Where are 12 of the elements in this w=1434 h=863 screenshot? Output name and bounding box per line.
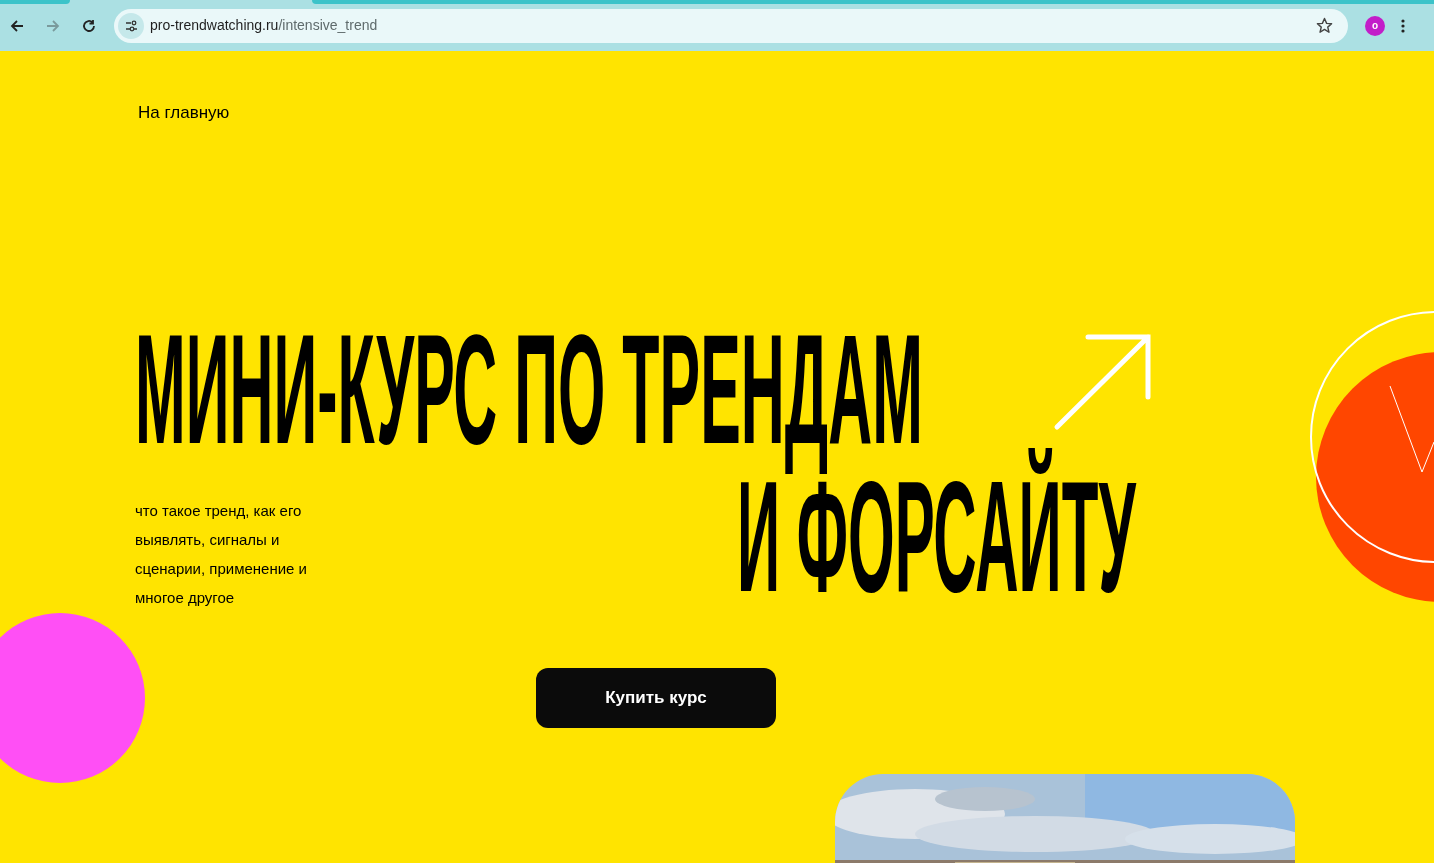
url-text: pro-trendwatching.ru/intensive_trend: [150, 16, 378, 35]
arrow-icon: [1052, 333, 1153, 431]
bookmark-star-icon[interactable]: [1316, 17, 1333, 34]
buy-course-button[interactable]: Купить курс: [536, 667, 776, 728]
home-link[interactable]: На главную: [138, 103, 230, 122]
address-bar[interactable]: pro-trendwatching.ru/intensive_trend: [114, 8, 1348, 43]
hero-description: что такое тренд, как его выявлять, сигналы и сценарии, применение и многое другое: [135, 500, 308, 608]
site-settings-icon[interactable]: [118, 12, 144, 39]
back-icon[interactable]: [10, 18, 24, 33]
menu-icon[interactable]: [1401, 18, 1405, 33]
profile-avatar[interactable]: o: [1365, 15, 1385, 36]
reload-icon[interactable]: [82, 18, 96, 33]
